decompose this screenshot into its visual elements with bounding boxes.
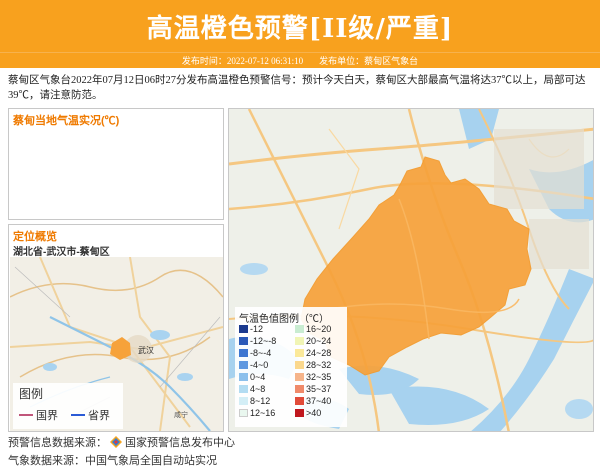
publisher: 发布单位：蔡甸区气象台 bbox=[319, 56, 419, 66]
legend-item: 4~8 bbox=[239, 384, 265, 394]
legend-swatch bbox=[239, 397, 248, 405]
warning-source-line: 预警信息数据来源： 国家预警信息发布中心 bbox=[8, 434, 235, 450]
overview-map[interactable]: 武汉 咸宁 图例 国界 省界 bbox=[10, 257, 223, 431]
warning-source-label: 预警信息数据来源： bbox=[8, 437, 107, 449]
legend-swatch bbox=[295, 349, 304, 357]
region-path: 湖北省-武汉市-蔡甸区 bbox=[13, 247, 110, 258]
legend-swatch bbox=[295, 373, 304, 381]
legend-item: 35~37 bbox=[295, 384, 331, 394]
main-warning-map[interactable]: 气温色值图例（℃） -12 -12~-8 -8~-4 -4~0 0~4 4~8 … bbox=[228, 108, 594, 432]
weather-source-line: 气象数据来源：中国气象局全国自动站实况 bbox=[8, 452, 217, 468]
legend-item: 20~24 bbox=[295, 336, 331, 346]
legend-swatch bbox=[295, 337, 304, 345]
map-label-wuhan: 武汉 bbox=[138, 345, 154, 355]
legend-swatch bbox=[239, 325, 248, 333]
provincial-border-swatch bbox=[71, 414, 85, 416]
legend-item: -8~-4 bbox=[239, 348, 271, 358]
map-label-xianning: 咸宁 bbox=[174, 410, 188, 419]
legend-item: 32~35 bbox=[295, 372, 331, 382]
publish-time: 发布时间：2022-07-12 06:31:10 bbox=[181, 56, 304, 66]
legend-item: 24~28 bbox=[295, 348, 331, 358]
temperature-panel-title: 蔡甸当地气温实况(℃) bbox=[13, 115, 120, 127]
boundary-legend-title: 图例 bbox=[19, 387, 44, 401]
legend-item: 12~16 bbox=[239, 408, 275, 418]
legend-swatch bbox=[295, 325, 304, 333]
warning-source-org[interactable]: 国家预警信息发布中心 bbox=[125, 434, 235, 450]
legend-swatch bbox=[239, 349, 248, 357]
warning-center-logo-icon bbox=[110, 436, 122, 448]
legend-swatch bbox=[295, 361, 304, 369]
legend-national-border: 国界 bbox=[19, 407, 58, 423]
location-panel-title: 定位概览 bbox=[13, 231, 57, 243]
legend-swatch bbox=[239, 409, 248, 417]
temperature-legend: 气温色值图例（℃） -12 -12~-8 -8~-4 -4~0 0~4 4~8 … bbox=[235, 307, 347, 427]
legend-item: -12~-8 bbox=[239, 336, 276, 346]
national-border-swatch bbox=[19, 414, 33, 416]
legend-item: 28~32 bbox=[295, 360, 331, 370]
legend-item: >40 bbox=[295, 408, 321, 418]
boundary-legend: 图例 国界 省界 bbox=[13, 383, 123, 429]
location-panel: 定位概览 湖北省-武汉市-蔡甸区 武汉 咸宁 图例 国界 省界 bbox=[8, 224, 224, 432]
legend-swatch bbox=[295, 385, 304, 393]
legend-swatch bbox=[239, 373, 248, 381]
legend-item: -12 bbox=[239, 324, 263, 334]
legend-swatch bbox=[295, 397, 304, 405]
legend-provincial-border: 省界 bbox=[71, 407, 110, 423]
legend-swatch bbox=[239, 361, 248, 369]
temperature-panel: 蔡甸当地气温实况(℃) bbox=[8, 108, 224, 220]
legend-item: -4~0 bbox=[239, 360, 268, 370]
temperature-legend-title: 气温色值图例（℃） bbox=[239, 314, 329, 325]
legend-item: 16~20 bbox=[295, 324, 331, 334]
legend-swatch bbox=[239, 337, 248, 345]
legend-item: 37~40 bbox=[295, 396, 331, 406]
page-title: 高温橙色预警[II级/严重] bbox=[146, 13, 454, 44]
legend-swatch bbox=[295, 409, 304, 417]
warning-description: 蔡甸区气象台2022年07月12日06时27分发布高温橙色预警信号：预计今天白天… bbox=[8, 75, 586, 101]
weather-source-label: 气象数据来源：中国气象局全国自动站实况 bbox=[8, 455, 217, 467]
header-bar: 高温橙色预警[II级/严重] bbox=[0, 0, 600, 52]
legend-item: 8~12 bbox=[239, 396, 270, 406]
legend-item: 0~4 bbox=[239, 372, 265, 382]
publish-info-bar: 发布时间：2022-07-12 06:31:10 发布单位：蔡甸区气象台 bbox=[0, 52, 600, 68]
legend-swatch bbox=[239, 385, 248, 393]
